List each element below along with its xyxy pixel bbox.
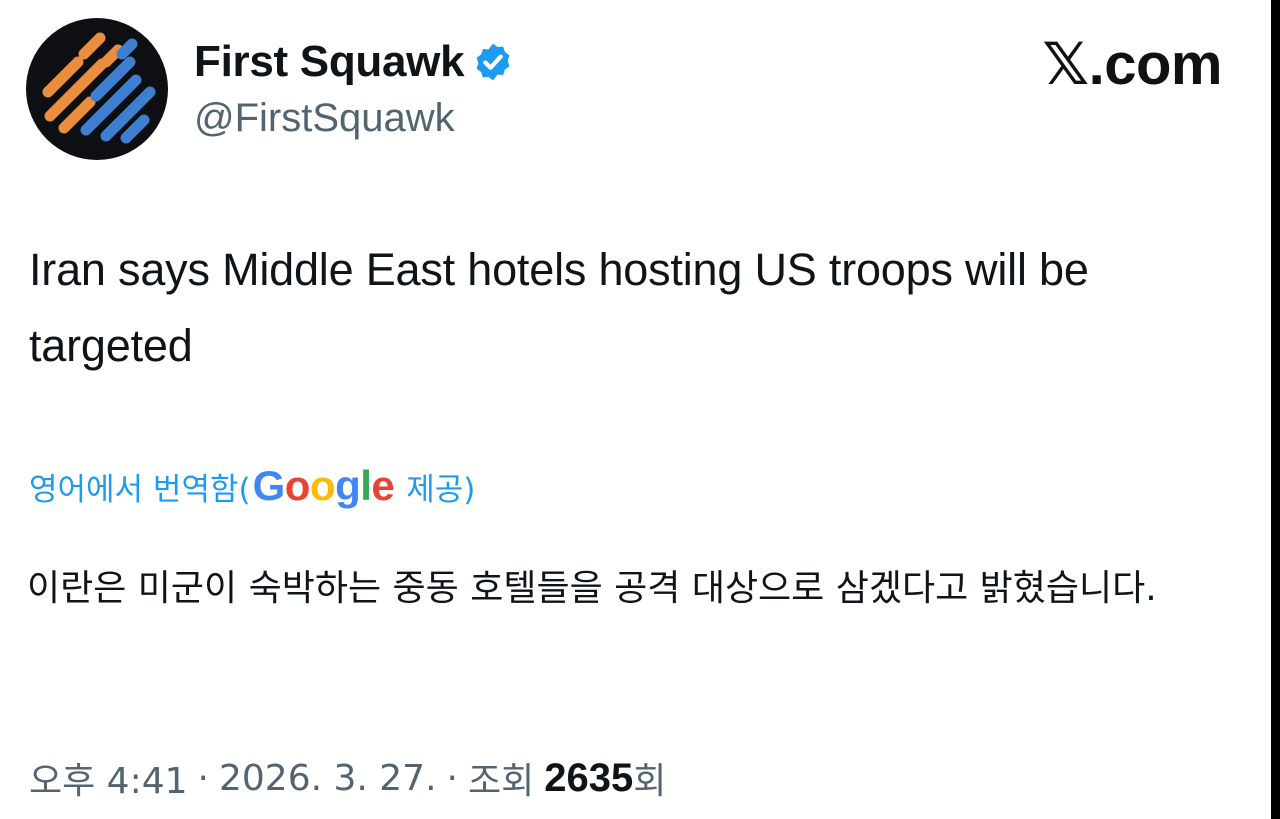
google-letter: l [360,462,372,509]
x-com-logo: 𝕏.com [1042,32,1222,97]
translation-attribution[interactable]: 영어에서 번역함( G o o g l e 제공) [29,456,475,516]
meta-separator: · [446,757,458,799]
translation-prefix: 영어에서 번역함( [29,471,251,508]
avatar[interactable] [26,18,168,160]
google-letter: o [284,462,311,509]
tweet-text: Iran says Middle East hotels hosting US … [29,244,1089,371]
google-letter: o [309,462,336,509]
views-suffix: 회 [633,761,667,802]
tweet-date[interactable]: 2026. 3. 27. [219,758,437,799]
views-count: 2635 [544,755,634,800]
author-display-name[interactable]: First Squawk [194,37,465,87]
views-label: 조회 [467,761,535,802]
translated-tweet-text: 이란은 미군이 숙박하는 중동 호텔들을 공격 대상으로 삼겠다고 밝혔습니다. [27,568,1157,609]
author-name-row[interactable]: First Squawk [194,36,514,88]
verified-badge-icon [472,41,514,83]
screen-edge [1271,0,1280,819]
google-letter: e [371,462,395,509]
google-letter: G [252,462,286,509]
author-handle[interactable]: @FirstSquawk [194,96,455,141]
google-letter: g [335,462,361,509]
meta-separator: · [197,757,209,799]
google-logo: G o o g l e [253,462,395,510]
translation-suffix: 제공) [406,471,476,508]
first-squawk-logo-icon [26,18,168,160]
tweet-meta: 오후 4:41 · 2026. 3. 27. · 조회 2635 회 [29,750,666,806]
tweet-time[interactable]: 오후 4:41 [29,752,188,804]
